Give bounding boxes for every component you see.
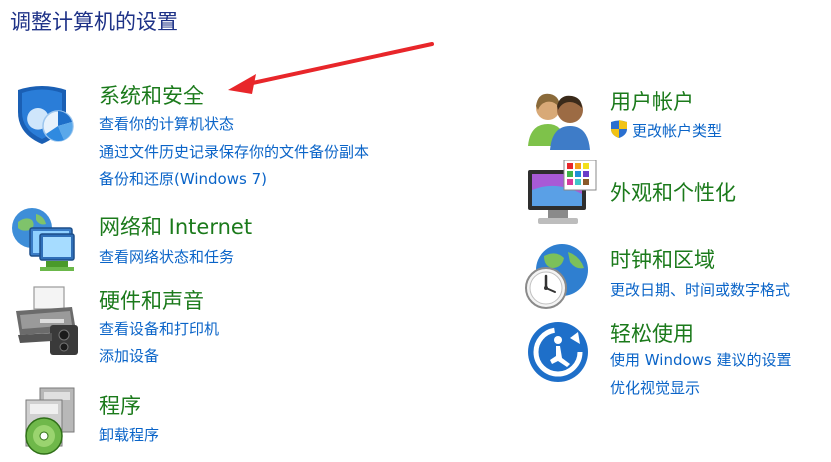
link-optimize-visual-display[interactable]: 优化视觉显示 xyxy=(610,377,700,398)
link-add-device[interactable]: 添加设备 xyxy=(99,345,159,366)
network-globe-icon[interactable] xyxy=(10,206,75,271)
link-change-account-type-label: 更改帐户类型 xyxy=(632,122,723,140)
link-file-history-backup[interactable]: 通过文件历史记录保存你的文件备份副本 xyxy=(99,141,369,162)
link-network-status[interactable]: 查看网络状态和任务 xyxy=(99,246,234,267)
link-devices-printers[interactable]: 查看设备和打印机 xyxy=(99,318,219,339)
page-title: 调整计算机的设置 xyxy=(10,10,178,34)
category-user-accounts[interactable]: 用户帐户 xyxy=(610,86,694,116)
programs-disc-icon[interactable] xyxy=(22,386,86,455)
control-panel-page: 调整计算机的设置 系统和安全 查看你的计算机状态 通过文件历史记录保存你的文件备… xyxy=(0,0,831,462)
users-icon[interactable] xyxy=(526,88,590,152)
printer-hardware-icon[interactable] xyxy=(12,285,78,355)
link-change-account-type[interactable]: 更改帐户类型 xyxy=(610,119,722,143)
link-windows-recommended-settings[interactable]: 使用 Windows 建议的设置 xyxy=(610,349,792,370)
category-clock-region[interactable]: 时钟和区域 xyxy=(610,244,715,274)
category-programs[interactable]: 程序 xyxy=(99,390,141,420)
category-system-security[interactable]: 系统和安全 xyxy=(99,80,204,110)
link-change-date-time-format[interactable]: 更改日期、时间或数字格式 xyxy=(610,279,790,300)
link-backup-restore[interactable]: 备份和还原(Windows 7) xyxy=(99,168,267,189)
category-hardware-sound[interactable]: 硬件和声音 xyxy=(99,285,204,315)
ease-of-access-icon[interactable] xyxy=(526,320,590,384)
category-ease-of-access[interactable]: 轻松使用 xyxy=(610,318,694,348)
link-view-computer-status[interactable]: 查看你的计算机状态 xyxy=(99,113,234,134)
link-uninstall-program[interactable]: 卸载程序 xyxy=(99,424,159,445)
category-appearance[interactable]: 外观和个性化 xyxy=(610,177,736,207)
security-shield-icon[interactable] xyxy=(12,82,76,146)
monitor-palette-icon[interactable] xyxy=(526,159,597,224)
uac-shield-icon xyxy=(610,119,628,143)
clock-globe-icon[interactable] xyxy=(522,242,588,309)
category-network[interactable]: 网络和 Internet xyxy=(99,211,252,241)
